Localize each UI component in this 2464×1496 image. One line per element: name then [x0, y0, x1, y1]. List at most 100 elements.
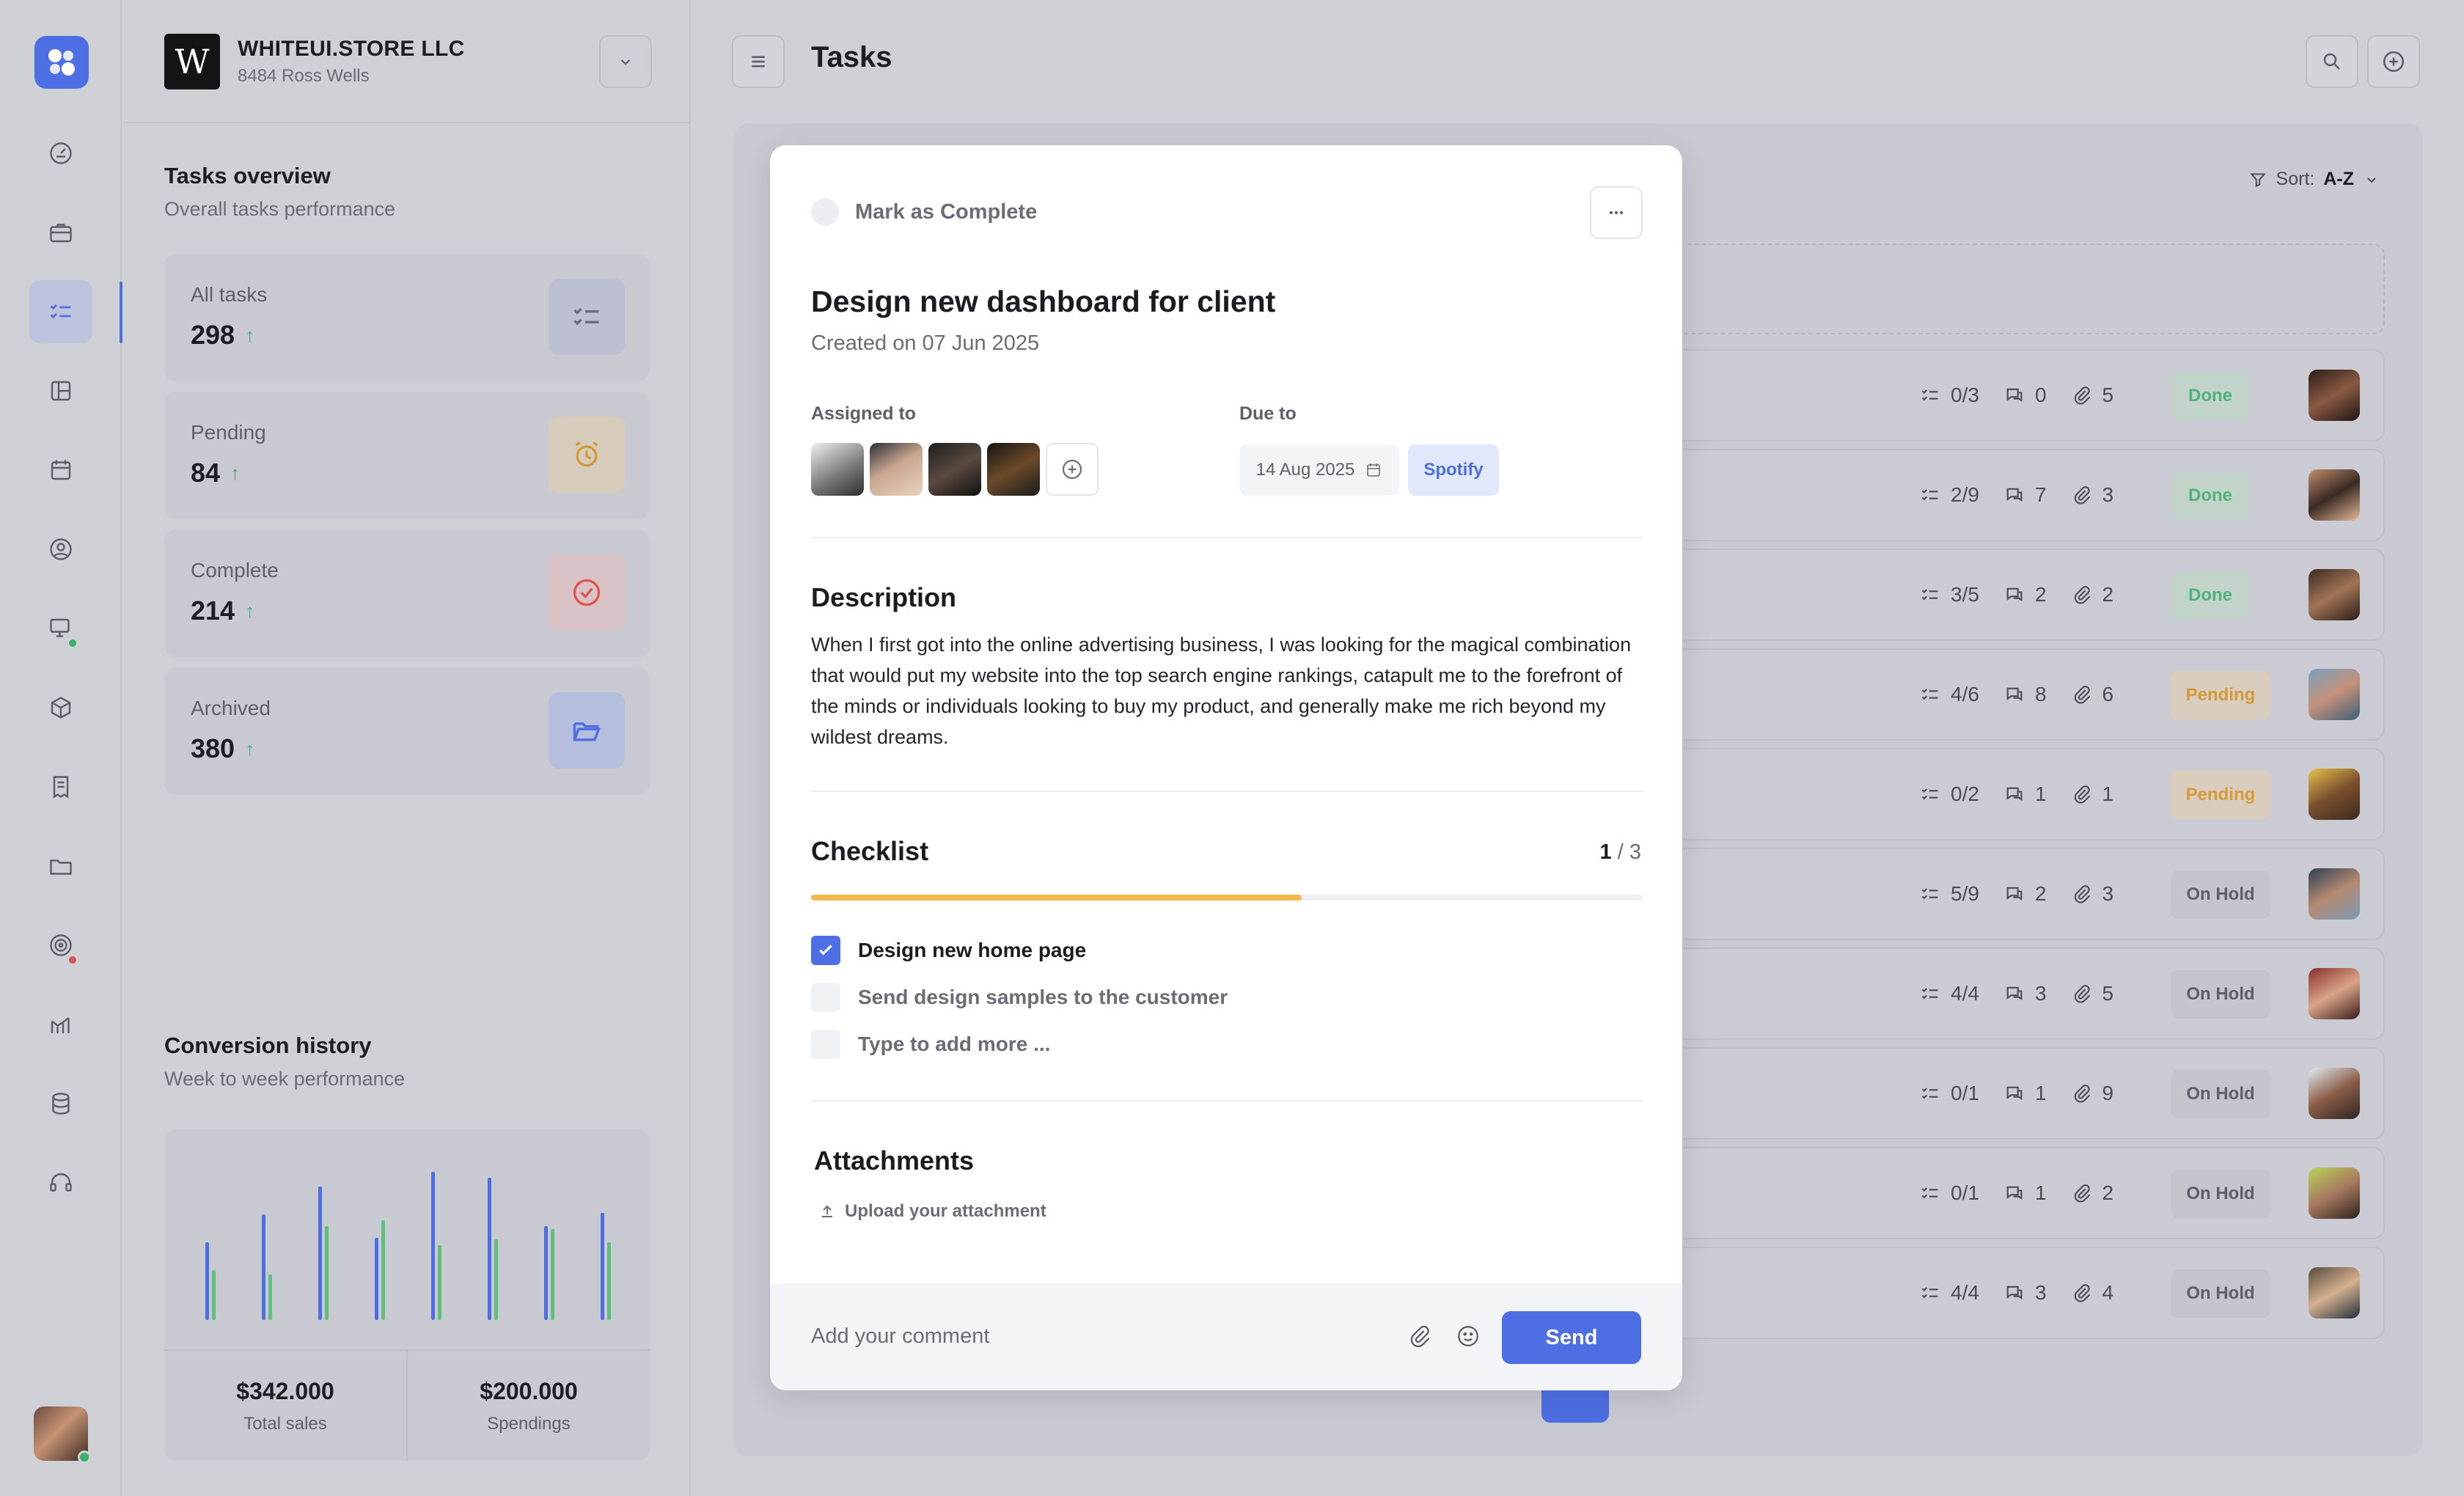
upload-attachment-button[interactable]: Upload your attachment	[818, 1201, 1046, 1222]
trend-up-icon: ↑	[245, 323, 255, 346]
checklist-item[interactable]: Design new home page	[811, 936, 1086, 965]
attachment-count: 3	[2102, 882, 2114, 905]
search-button[interactable]	[2306, 35, 2358, 88]
owner-avatar[interactable]	[2309, 968, 2360, 1019]
plus-circle-icon	[1062, 459, 1082, 480]
owner-avatar[interactable]	[2309, 769, 2360, 820]
chart-bar	[381, 1220, 385, 1320]
chart-bar	[607, 1242, 611, 1320]
stat-card-all-tasks[interactable]: All tasks 298 ↑	[164, 254, 650, 381]
task-detail-modal: Mark as Complete Design new dashboard fo…	[770, 145, 1682, 1390]
status-badge: Pending	[2171, 671, 2270, 719]
nav-devices[interactable]	[29, 597, 92, 660]
chart-bar	[325, 1226, 329, 1320]
attachment-count: 2	[2102, 583, 2114, 606]
complete-radio[interactable]	[811, 198, 839, 226]
attachment-count: 2	[2102, 1181, 2114, 1204]
emoji-button[interactable]	[1452, 1320, 1484, 1352]
checklist-count: 4/4	[1951, 982, 1979, 1005]
receipt-icon	[53, 776, 69, 799]
assignee-avatar[interactable]	[811, 443, 864, 496]
owner-avatar[interactable]	[2309, 669, 2360, 720]
owner-avatar[interactable]	[2309, 868, 2360, 920]
gauge-icon	[50, 142, 72, 164]
paperclip-icon	[1410, 1325, 1430, 1348]
stat-card-pending[interactable]: Pending 84 ↑	[164, 392, 650, 519]
page-title: Tasks	[811, 41, 892, 73]
nav-users[interactable]	[29, 518, 92, 581]
company-address: 8484 Ross Wells	[238, 66, 370, 86]
checkmark-icon	[819, 945, 832, 956]
layout-icon	[51, 381, 71, 401]
app-logo[interactable]	[34, 36, 89, 89]
owner-avatar[interactable]	[2309, 469, 2360, 521]
checklist-total-count: / 3	[1617, 840, 1641, 864]
comments-icon	[2006, 1086, 2023, 1100]
nav-products[interactable]	[29, 676, 92, 739]
search-icon	[2323, 53, 2340, 70]
more-options-button[interactable]	[1590, 186, 1643, 239]
checklist-add-item[interactable]: Type to add more ...	[811, 1030, 1050, 1059]
nav-projects[interactable]	[29, 201, 92, 264]
comments-icon	[2006, 687, 2023, 701]
send-button[interactable]: Send	[1502, 1311, 1641, 1364]
box-icon	[51, 697, 71, 719]
checklist-count: 1 / 3	[1600, 840, 1641, 865]
nav-goals[interactable]	[29, 914, 92, 977]
checklist-checkbox[interactable]	[811, 983, 840, 1012]
comment-input[interactable]	[811, 1316, 1324, 1357]
checklist-icon	[1921, 1088, 1938, 1099]
nav-dashboard[interactable]	[29, 122, 92, 185]
nav-tasks[interactable]	[29, 280, 92, 343]
conversion-chart: $342.000 Total sales $200.000 Spendings	[164, 1129, 650, 1461]
owner-avatar[interactable]	[2309, 370, 2360, 421]
owner-avatar[interactable]	[2309, 1068, 2360, 1119]
user-avatar[interactable]	[34, 1407, 91, 1464]
add-assignee-button[interactable]	[1046, 443, 1099, 496]
assignee-avatar[interactable]	[870, 443, 923, 496]
checklist-add-input[interactable]: Type to add more ...	[858, 1033, 1050, 1056]
nav-layout[interactable]	[29, 359, 92, 422]
upload-label: Upload your attachment	[845, 1201, 1046, 1221]
paperclip-icon	[2074, 1085, 2090, 1103]
owner-avatar[interactable]	[2309, 569, 2360, 620]
menu-button[interactable]	[732, 35, 785, 88]
paperclip-icon	[2074, 1284, 2090, 1302]
company-switcher[interactable]: W WHITEUI.STORE LLC 8484 Ross Wells	[164, 34, 465, 89]
user-circle-icon	[50, 538, 72, 560]
assignee-avatar[interactable]	[928, 443, 981, 496]
owner-avatar[interactable]	[2309, 1267, 2360, 1319]
checklist-icon	[1921, 389, 1938, 401]
checklist-count: 0/1	[1951, 1082, 1979, 1104]
nav-analytics[interactable]	[29, 993, 92, 1056]
checklist-checkbox[interactable]	[811, 936, 840, 965]
add-button[interactable]	[2367, 35, 2420, 88]
attach-file-button[interactable]	[1404, 1320, 1436, 1352]
assignee-avatar[interactable]	[987, 443, 1040, 496]
owner-avatar[interactable]	[2309, 1167, 2360, 1219]
company-dropdown-button[interactable]	[599, 35, 652, 88]
checklist-item[interactable]: Send design samples to the customer	[811, 983, 1228, 1012]
status-badge: On Hold	[2171, 1170, 2270, 1218]
task-meta: 2/9 7 3	[1920, 450, 2138, 540]
nav-active-indicator	[120, 282, 122, 343]
mark-complete-toggle[interactable]: Mark as Complete	[811, 198, 1037, 226]
calendar-icon	[1367, 463, 1381, 477]
stat-card-complete[interactable]: Complete 214 ↑	[164, 529, 650, 657]
nav-support[interactable]	[29, 1151, 92, 1214]
comment-count: 1	[2034, 1082, 2047, 1104]
nav-files[interactable]	[29, 835, 92, 898]
sort-control[interactable]: Sort: A-Z	[2248, 169, 2380, 190]
nav-database[interactable]	[29, 1072, 92, 1135]
nav-invoices[interactable]	[29, 755, 92, 818]
nav-calendar[interactable]	[29, 439, 92, 502]
checklist-count: 0/1	[1951, 1181, 1979, 1204]
briefcase-icon	[50, 224, 72, 243]
conversion-title: Conversion history	[164, 1033, 372, 1058]
comment-count: 7	[2034, 483, 2047, 506]
status-badge: On Hold	[2171, 1070, 2270, 1118]
headset-icon	[50, 1173, 72, 1192]
due-date-picker[interactable]: 14 Aug 2025	[1239, 444, 1399, 496]
stat-card-archived[interactable]: Archived 380 ↑	[164, 667, 650, 795]
project-tag[interactable]: Spotify	[1408, 444, 1499, 496]
